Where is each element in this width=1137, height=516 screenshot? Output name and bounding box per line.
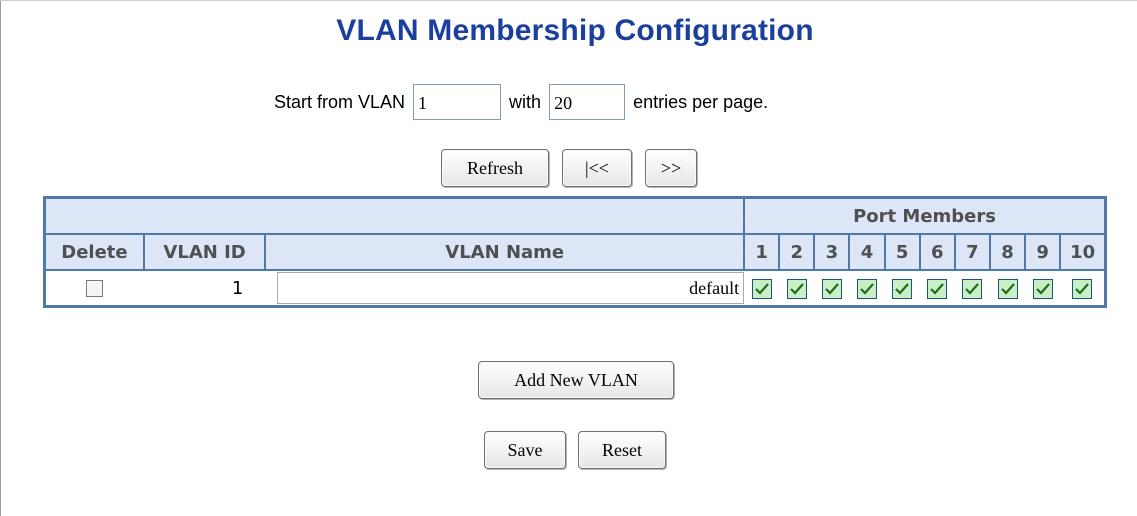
save-button[interactable]: Save xyxy=(484,431,566,469)
port-member-checkbox-7[interactable] xyxy=(962,278,983,299)
port-member-checkbox-6[interactable] xyxy=(927,278,948,299)
table-row: 1 default xyxy=(45,270,1106,307)
checkmark-icon xyxy=(930,282,945,295)
frame-left-border xyxy=(0,0,1,516)
checkmark-icon xyxy=(790,282,804,295)
port-header-2: 2 xyxy=(778,233,816,271)
port-member-checkbox-3[interactable] xyxy=(821,278,842,299)
port-cell xyxy=(744,270,779,307)
vlan-membership-table: Port Members Delete VLAN ID VLAN Name 1 … xyxy=(43,196,1107,308)
port-header-7: 7 xyxy=(953,233,991,271)
vlan-name-column-header: VLAN Name xyxy=(264,233,746,271)
frame-top-border xyxy=(0,0,1137,1)
group-header-spacer xyxy=(43,196,746,235)
page-title: VLAN Membership Configuration xyxy=(336,14,814,47)
entries-per-page-input[interactable] xyxy=(549,84,626,120)
port-members-header: Port Members xyxy=(743,196,1107,235)
group-header-row: Port Members xyxy=(43,196,1107,235)
vlan-id-column-header: VLAN ID xyxy=(142,233,267,271)
port-cell xyxy=(779,270,814,307)
delete-checkbox[interactable] xyxy=(86,280,104,297)
delete-cell xyxy=(45,270,144,307)
add-new-vlan-button[interactable]: Add New VLAN xyxy=(478,361,674,399)
checkmark-icon xyxy=(754,282,769,295)
checkmark-icon xyxy=(1000,282,1015,295)
checkmark-icon xyxy=(965,282,980,295)
port-member-checkbox-1[interactable] xyxy=(751,278,772,299)
port-header-4: 4 xyxy=(848,233,886,271)
port-header-10: 10 xyxy=(1059,233,1107,271)
refresh-button[interactable]: Refresh xyxy=(441,149,549,187)
port-cell xyxy=(1060,270,1105,307)
port-header-3: 3 xyxy=(813,233,851,271)
port-member-checkbox-9[interactable] xyxy=(1032,278,1053,299)
next-page-button[interactable]: >> xyxy=(645,149,697,187)
with-label: with xyxy=(509,91,542,112)
checkmark-icon xyxy=(860,282,874,295)
checkmark-icon xyxy=(895,282,909,295)
entries-label: entries per page. xyxy=(633,91,769,112)
port-cell xyxy=(814,270,849,307)
port-header-5: 5 xyxy=(883,233,921,271)
vlan-name-input[interactable]: default xyxy=(277,272,745,304)
start-vlan-input[interactable] xyxy=(413,84,502,120)
checkmark-icon xyxy=(1075,282,1089,295)
port-member-checkbox-4[interactable] xyxy=(857,278,878,299)
port-cell xyxy=(1025,270,1060,307)
port-member-checkbox-8[interactable] xyxy=(997,278,1018,299)
column-header-row: Delete VLAN ID VLAN Name 1 2 3 4 5 6 7 8… xyxy=(43,233,1107,271)
port-cell xyxy=(920,270,955,307)
vlan-name-cell: default xyxy=(265,270,745,307)
port-member-checkbox-2[interactable] xyxy=(786,278,807,299)
port-cell xyxy=(885,270,920,307)
port-cell xyxy=(990,270,1025,307)
port-member-checkbox-5[interactable] xyxy=(892,278,913,299)
checkmark-icon xyxy=(825,282,839,295)
delete-column-header: Delete xyxy=(43,233,145,271)
port-header-8: 8 xyxy=(988,233,1027,271)
port-cell xyxy=(849,270,884,307)
start-label: Start from VLAN xyxy=(274,91,406,112)
first-page-button[interactable]: |<< xyxy=(562,149,632,187)
port-header-1: 1 xyxy=(743,233,781,271)
checkmark-icon xyxy=(1035,282,1050,295)
paging-controls: Start from VLAN with entries per page. xyxy=(274,82,768,122)
port-header-6: 6 xyxy=(918,233,956,271)
port-header-9: 9 xyxy=(1024,233,1062,271)
reset-button[interactable]: Reset xyxy=(578,431,666,469)
port-cell xyxy=(955,270,990,307)
port-member-checkbox-10[interactable] xyxy=(1072,278,1093,299)
vlan-id-cell: 1 xyxy=(231,277,244,299)
